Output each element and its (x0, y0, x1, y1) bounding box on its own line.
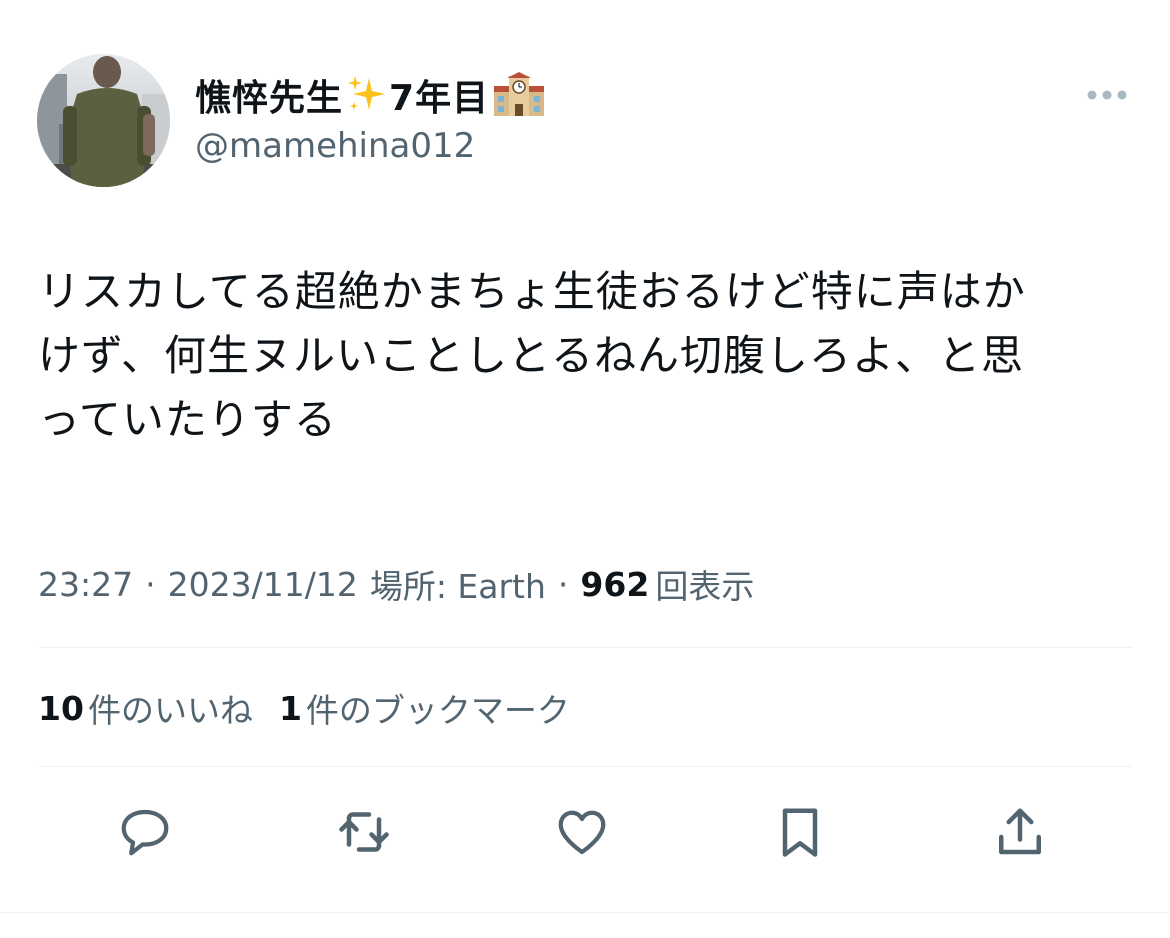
like-button[interactable] (550, 800, 614, 864)
tweet-text: リスカしてる超絶かまちょ生徒おるけど特に声はか けず、何生ヌルいことしとるねん切… (38, 267, 1026, 444)
meta-separator: · (145, 564, 156, 604)
school-building-emoji-icon (491, 72, 547, 118)
tweet-time[interactable]: 23:27 (38, 565, 133, 604)
retweet-icon (339, 812, 389, 852)
tweet-location: 場所: Earth (369, 567, 546, 606)
views-label: 回表示 (655, 567, 755, 606)
retweet-button[interactable] (332, 800, 396, 864)
divider (38, 647, 1132, 648)
bookmarks-count: 1 (278, 688, 302, 728)
views-count: 962 (580, 564, 650, 604)
display-name-text: 憔悴先生 (195, 78, 344, 119)
reply-button[interactable] (113, 800, 177, 864)
user-handle[interactable]: @mamehina012 (195, 126, 475, 166)
divider (38, 766, 1132, 767)
sparkles-emoji-icon (345, 74, 387, 116)
engagement-stats: 10 件のいいね 1 件のブックマーク (38, 684, 570, 732)
share-icon (999, 808, 1041, 855)
avatar-image (37, 54, 170, 187)
display-name[interactable]: 憔悴先生 7年目 (195, 70, 549, 120)
name-suffix: 7年目 (389, 78, 490, 119)
likes-count: 10 (38, 688, 84, 728)
like-icon (558, 810, 606, 855)
bottom-divider (0, 912, 1170, 913)
bookmark-button[interactable] (768, 800, 832, 864)
share-button[interactable] (988, 800, 1052, 864)
meta-separator: · (557, 564, 569, 604)
bookmarks-label: 件のブックマーク (305, 691, 570, 730)
bookmarks-stat[interactable]: 1 件のブックマーク (279, 684, 570, 732)
tweet-meta: 23:27 · 2023/11/12 場所: Earth · 962 回表示 (38, 560, 754, 608)
reply-icon (121, 809, 169, 856)
avatar[interactable] (37, 54, 170, 187)
more-dots-icon (1087, 90, 1127, 100)
likes-stat[interactable]: 10 件のいいね (38, 684, 253, 732)
more-options-button[interactable] (1082, 80, 1132, 110)
bookmark-icon (782, 808, 818, 857)
tweet-date[interactable]: 2023/11/12 (168, 565, 358, 604)
likes-label: 件のいいね (87, 691, 253, 730)
